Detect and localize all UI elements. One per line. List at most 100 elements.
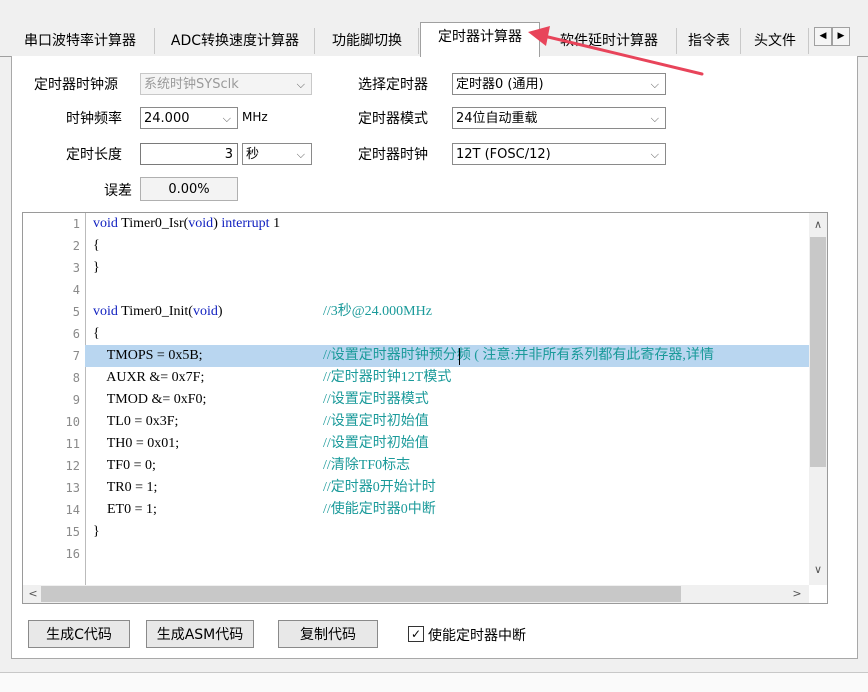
line-number: 15	[65, 525, 80, 539]
line-number: 14	[65, 503, 80, 517]
generate-asm-code-button[interactable]: 生成ASM代码	[146, 620, 254, 648]
code-editor[interactable]: 1 2 3 4 5 6 7 8 9 10 11 12 13 14 15 16 void Timer0_Isr(…	[22, 212, 828, 604]
code-comment: //清除TF0标志	[323, 458, 411, 473]
timer-calculator-panel: 定时器时钟源 系统时钟SYSclk ⌵ 时钟频率 24.000 ⌵ MHz 定时…	[11, 56, 858, 659]
chevron-down-icon: ⌵	[296, 148, 305, 161]
code-text: TL0 = 0x3F;	[93, 414, 179, 429]
enable-interrupt-checkbox[interactable]: ✓	[408, 626, 424, 642]
code-line: ET0 = 1; //使能定时器0中断	[85, 499, 827, 521]
code-line: TL0 = 0x3F; //设置定时初始值	[85, 411, 827, 433]
clock-freq-label: 时钟频率	[66, 111, 122, 127]
code-keyword: void	[93, 216, 118, 231]
code-line: AUXR &= 0x7F; //定时器时钟12T模式	[85, 367, 827, 389]
scroll-up-icon[interactable]: ∧	[810, 216, 826, 234]
timer-select-label: 选择定时器	[358, 77, 428, 93]
timer-mode-value: 24位自动重载	[456, 111, 538, 126]
code-line: TMOPS = 0x5B; //设置定时器时钟预分频 ( 注意:并非所有系列都有此…	[85, 345, 827, 367]
code-line: void Timer0_Init(void) //3秒@24.000MHz	[85, 301, 827, 323]
line-number: 3	[72, 261, 80, 275]
clock-freq-unit: MHz	[242, 110, 268, 124]
tab-scroll-left-icon[interactable]: ◀	[814, 27, 832, 46]
code-line: {	[85, 323, 827, 345]
code-line: }	[85, 257, 827, 279]
code-text: Timer0_Init(	[117, 304, 193, 319]
code-text: {	[93, 238, 100, 253]
code-text: TH0 = 0x01;	[93, 436, 180, 451]
code-line: TH0 = 0x01; //设置定时初始值	[85, 433, 827, 455]
duration-unit-value: 秒	[246, 147, 260, 162]
code-text: }	[93, 524, 100, 539]
horizontal-scrollbar[interactable]: < >	[23, 585, 809, 603]
code-text: }	[93, 260, 100, 275]
clock-source-value: 系统时钟SYSclk	[144, 77, 239, 92]
copy-code-button[interactable]: 复制代码	[278, 620, 378, 648]
code-comment: //使能定时器0中断	[323, 502, 436, 517]
timer-mode-dropdown[interactable]: 24位自动重载 ⌵	[452, 107, 666, 129]
code-text: Timer0_Isr(	[117, 216, 189, 231]
clock-freq-value: 24.000	[144, 111, 190, 126]
code-line: }	[85, 521, 827, 543]
code-text: TMOD &= 0xF0;	[93, 392, 207, 407]
tab-adc-speed[interactable]: ADC转换速度计算器	[156, 28, 315, 54]
code-keyword: void	[93, 304, 118, 319]
chevron-down-icon: ⌵	[296, 78, 305, 91]
timer-clock-value: 12T (FOSC/12)	[456, 147, 551, 162]
code-comment: //定时器时钟12T模式	[323, 370, 452, 385]
code-keyword: void	[192, 304, 218, 319]
line-number: 4	[72, 283, 80, 297]
code-comment: //设置定时初始值	[323, 414, 429, 429]
timer-mode-label: 定时器模式	[358, 111, 428, 127]
scroll-right-icon[interactable]: >	[789, 585, 805, 603]
code-line: TMOD &= 0xF0; //设置定时器模式	[85, 389, 827, 411]
tab-scroll-right-icon[interactable]: ▶	[832, 27, 850, 46]
code-text: 1	[269, 216, 281, 231]
tab-baud-rate[interactable]: 串口波特率计算器	[6, 28, 155, 54]
annotation-arrow-icon	[528, 26, 704, 76]
clock-source-label: 定时器时钟源	[34, 77, 118, 93]
generate-c-code-button[interactable]: 生成C代码	[28, 620, 130, 648]
tab-header-file[interactable]: 头文件	[742, 28, 809, 54]
vertical-scrollbar[interactable]: ∧ ∨	[809, 213, 827, 585]
duration-input[interactable]: 3	[140, 143, 238, 165]
chevron-down-icon: ⌵	[650, 112, 659, 125]
line-number: 12	[65, 459, 80, 473]
line-number: 11	[65, 437, 80, 451]
clock-source-select[interactable]: 系统时钟SYSclk ⌵	[140, 73, 312, 95]
line-number: 13	[65, 481, 80, 495]
code-text: {	[93, 326, 100, 341]
enable-interrupt-label[interactable]: 使能定时器中断	[428, 625, 526, 645]
line-number: 8	[72, 371, 80, 385]
line-number: 5	[72, 305, 80, 319]
line-number: 9	[72, 393, 80, 407]
line-number: 10	[65, 415, 80, 429]
timer-clock-label: 定时器时钟	[358, 147, 428, 163]
timer-clock-dropdown[interactable]: 12T (FOSC/12) ⌵	[452, 143, 666, 165]
scroll-left-icon[interactable]: <	[25, 585, 41, 603]
code-comment: //设置定时器模式	[323, 392, 429, 407]
text-caret	[459, 348, 460, 365]
code-text: )	[217, 304, 223, 319]
code-comment: //定时器0开始计时	[323, 480, 436, 495]
line-number-gutter: 1 2 3 4 5 6 7 8 9 10 11 12 13 14 15 16	[23, 213, 83, 585]
code-comment: //3秒@24.000MHz	[323, 304, 432, 319]
code-line: void Timer0_Isr(void) interrupt 1	[85, 213, 827, 235]
line-number: 16	[65, 547, 80, 561]
chevron-down-icon: ⌵	[650, 148, 659, 161]
vertical-scroll-thumb[interactable]	[810, 237, 826, 467]
clock-freq-select[interactable]: 24.000 ⌵	[140, 107, 238, 129]
code-text: TF0 = 0;	[93, 458, 156, 473]
scroll-down-icon[interactable]: ∨	[810, 561, 826, 579]
code-line: TF0 = 0; //清除TF0标志	[85, 455, 827, 477]
code-text: ET0 = 1;	[93, 502, 157, 517]
tab-bar: 串口波特率计算器 ADC转换速度计算器 功能脚切换 定时器计算器 软件延时计算器…	[0, 22, 868, 57]
code-comment: //设置定时器时钟预分频 ( 注意:并非所有系列都有此寄存器,详情	[323, 348, 714, 363]
code-line: {	[85, 235, 827, 257]
horizontal-scroll-thumb[interactable]	[41, 586, 681, 602]
code-line: TR0 = 1; //定时器0开始计时	[85, 477, 827, 499]
code-text: TR0 = 1;	[93, 480, 158, 495]
error-label: 误差	[104, 183, 132, 199]
tab-pin-switch[interactable]: 功能脚切换	[316, 28, 419, 54]
duration-unit-select[interactable]: 秒 ⌵	[242, 143, 312, 165]
code-comment: //设置定时初始值	[323, 436, 429, 451]
